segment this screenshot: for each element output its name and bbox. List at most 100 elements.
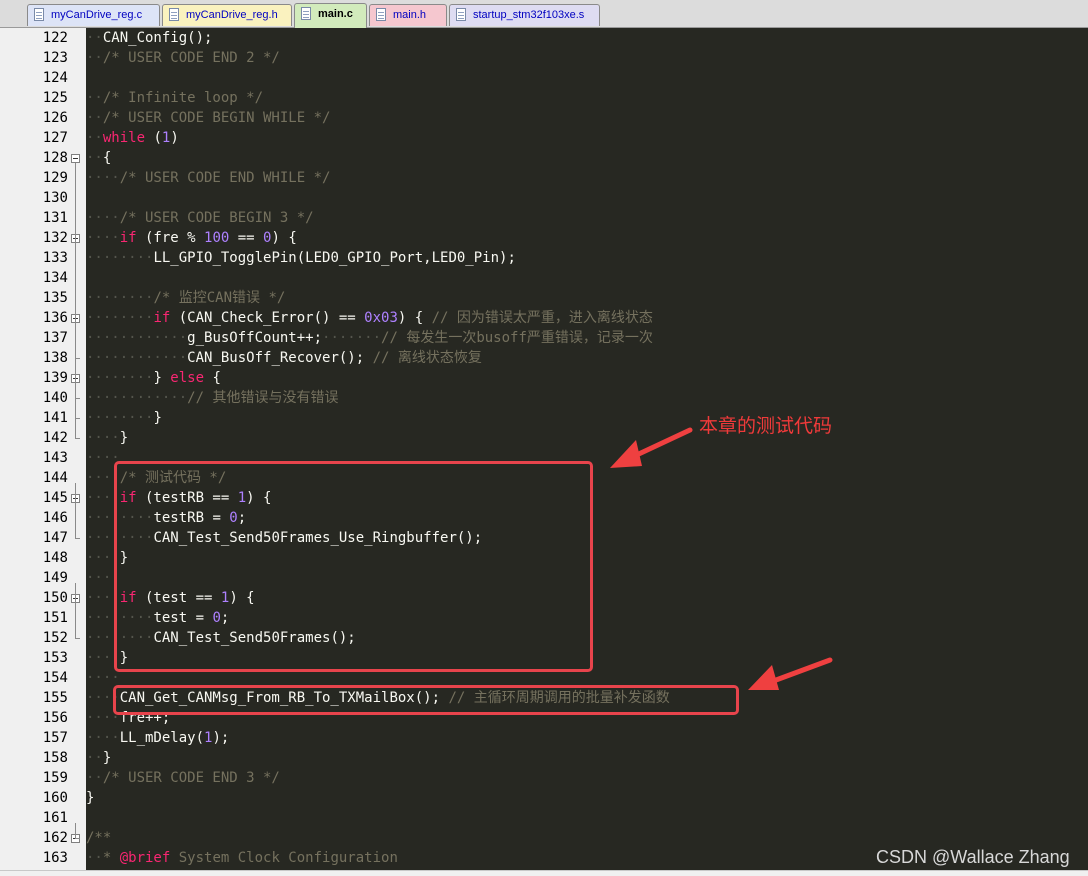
code-line: ············CAN_BusOff_Recover(); // 离线状… <box>86 348 1088 368</box>
code-comment: // 因为错误太严重，进入离线状态 <box>431 310 653 326</box>
indent-whitespace: ········ <box>86 310 154 326</box>
tab-label: myCanDrive_reg.h <box>186 9 278 21</box>
code-text: { <box>102 150 112 166</box>
line-number: 133 <box>42 250 68 266</box>
code-line: ····/* USER CODE END WHILE */ <box>86 168 1088 188</box>
code-line: ········LL_GPIO_TogglePin(LED0_GPIO_Port… <box>86 248 1088 268</box>
line-number: 158 <box>42 750 68 766</box>
code-line: ··/* USER CODE END 3 */ <box>86 768 1088 788</box>
file-icon <box>301 7 311 20</box>
code-text: == <box>229 230 264 246</box>
code-text: CAN_Config(); <box>102 30 213 46</box>
code-text: LL_GPIO_TogglePin(LED0_GPIO_Port,LED0_Pi… <box>153 250 516 266</box>
file-icon <box>169 8 179 21</box>
code-comment: /* USER CODE END 3 */ <box>102 770 280 786</box>
line-number: 160 <box>42 790 68 806</box>
line-number: 148 <box>42 550 68 566</box>
code-number: 0x03 <box>364 310 398 326</box>
indent-whitespace: ···· <box>86 210 120 226</box>
fold-guide-end <box>75 638 80 639</box>
file-icon <box>456 8 466 21</box>
code-line: ············// 其他错误与没有错误 <box>86 388 1088 408</box>
tab-mycandrive-reg-h[interactable]: myCanDrive_reg.h <box>162 4 292 26</box>
code-comment: /* 监控CAN错误 */ <box>153 290 286 306</box>
code-line: /** <box>86 828 1088 848</box>
code-line: ············g_BusOffCount++;·······// 每发… <box>86 328 1088 348</box>
file-icon <box>376 8 386 21</box>
code-text: } <box>102 750 112 766</box>
code-line: ····} <box>86 428 1088 448</box>
code-keyword: if <box>119 230 137 246</box>
code-text: } <box>119 430 129 446</box>
code-line: ··/* USER CODE BEGIN WHILE */ <box>86 108 1088 128</box>
line-number: 124 <box>42 70 68 86</box>
line-number: 149 <box>42 570 68 586</box>
tab-mycandrive-reg-c[interactable]: myCanDrive_reg.c <box>27 4 160 26</box>
fold-toggle-icon[interactable] <box>71 154 80 163</box>
line-number: 144 <box>42 470 68 486</box>
code-text: ) { <box>397 310 432 326</box>
code-text: } <box>153 410 162 426</box>
indent-whitespace: ······· <box>322 330 382 346</box>
code-comment: System Clock Configuration <box>170 850 398 866</box>
fold-guide-end <box>75 418 80 419</box>
tab-startup-stm32f103xe-s[interactable]: startup_stm32f103xe.s <box>449 4 600 26</box>
annotation-label: 本章的测试代码 <box>699 415 833 437</box>
line-number: 161 <box>42 810 68 826</box>
code-text: ) <box>170 130 179 146</box>
line-number: 162 <box>42 830 68 846</box>
tab-main-h[interactable]: main.h <box>369 4 447 26</box>
fold-guide-line <box>75 583 76 638</box>
code-line: ········} <box>86 408 1088 428</box>
line-number: 163 <box>42 850 68 866</box>
line-number: 134 <box>42 270 68 286</box>
code-keyword: @brief <box>119 850 171 866</box>
code-text: g_BusOffCount++; <box>187 330 323 346</box>
indent-whitespace: ·· <box>86 110 103 126</box>
line-number: 129 <box>42 170 68 186</box>
code-editor[interactable]: 122 123 124 125 126 127 128 129 130 131 132 133 134 1… <box>0 28 1088 870</box>
line-number: 139 <box>42 370 68 386</box>
indent-whitespace: ············ <box>86 330 188 346</box>
line-number: 130 <box>42 190 68 206</box>
indent-whitespace: ·· <box>86 850 103 866</box>
code-area[interactable]: ·· CAN_Config(); ··/* USER CODE END 2 */ ··… <box>86 28 1088 870</box>
fold-guide-line <box>75 363 76 418</box>
code-text: ) { <box>271 230 297 246</box>
code-text: CAN_BusOff_Recover(); <box>187 350 373 366</box>
line-number: 122 <box>42 30 68 46</box>
indent-whitespace: ·· <box>86 750 103 766</box>
code-line: ····LL_mDelay(1); <box>86 728 1088 748</box>
fold-guide-end <box>75 838 80 839</box>
line-number: 123 <box>42 50 68 66</box>
code-line: ········if (CAN_Check_Error() == 0x03) {… <box>86 308 1088 328</box>
indent-whitespace: ········ <box>86 370 154 386</box>
line-number: 132 <box>42 230 68 246</box>
line-number: 147 <box>42 530 68 546</box>
code-keyword: while <box>102 130 146 146</box>
tab-main-c[interactable]: main.c <box>294 3 367 28</box>
indent-whitespace: ·· <box>86 150 103 166</box>
code-line: ····if (fre % 100 == 0) { <box>86 228 1088 248</box>
line-number: 140 <box>42 390 68 406</box>
fold-guide-end <box>75 438 80 439</box>
mailbox-call-highlight-box <box>113 685 739 715</box>
code-text: LL_mDelay( <box>119 730 205 746</box>
code-comment: /* USER CODE BEGIN WHILE */ <box>102 110 331 126</box>
line-number: 125 <box>42 90 68 106</box>
line-number: 135 <box>42 290 68 306</box>
indent-whitespace: ········ <box>86 410 154 426</box>
code-line: ··/* USER CODE END 2 */ <box>86 48 1088 68</box>
fold-guide-line <box>75 823 76 838</box>
line-number: 146 <box>42 510 68 526</box>
file-icon <box>34 8 44 21</box>
line-number: 126 <box>42 110 68 126</box>
code-text: (CAN_Check_Error() == <box>170 310 365 326</box>
fold-guide-end <box>75 538 80 539</box>
line-number: 145 <box>42 490 68 506</box>
code-text: ); <box>212 730 230 746</box>
watermark: CSDN @Wallace Zhang <box>876 847 1070 867</box>
